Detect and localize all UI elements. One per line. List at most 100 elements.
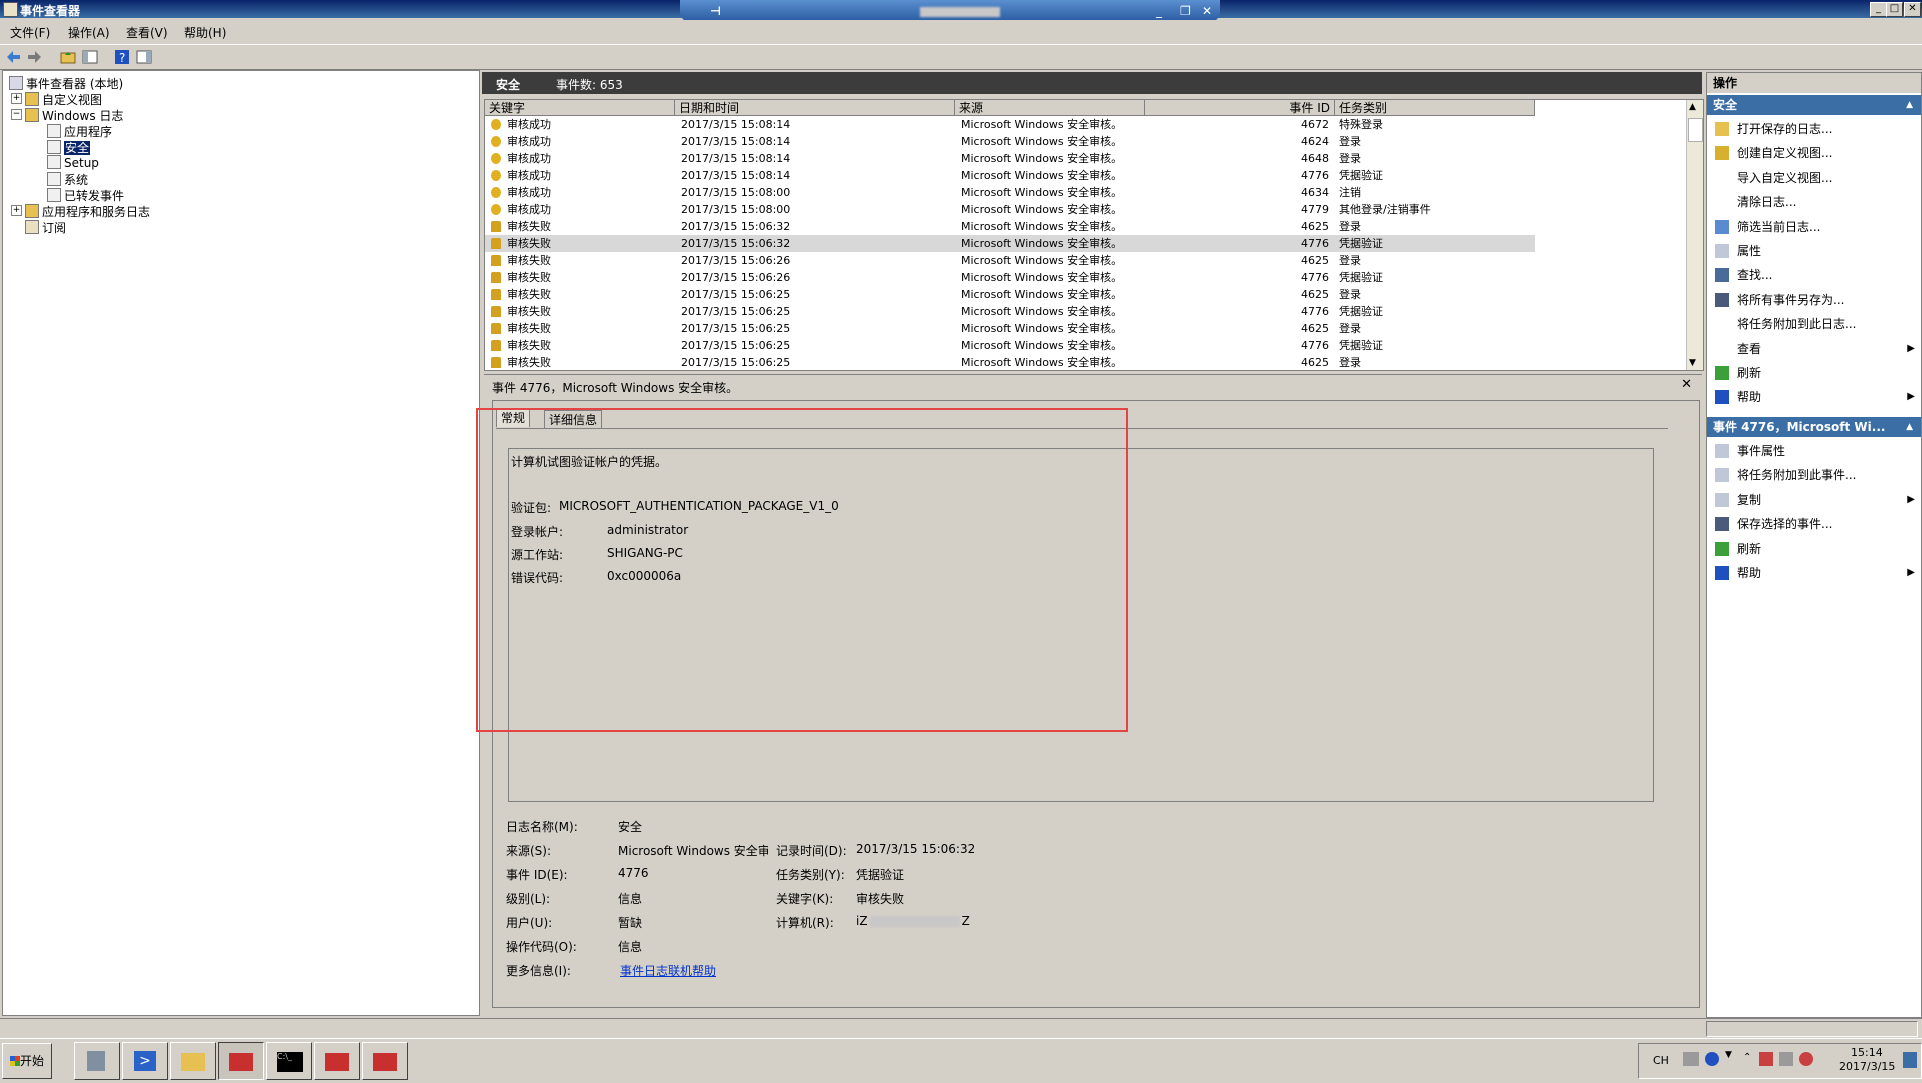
up-folder-icon[interactable] [60, 49, 76, 65]
action-filter-current-log[interactable]: 筛选当前日志... [1707, 215, 1921, 239]
action-find[interactable]: 查找... [1707, 263, 1921, 287]
collapse-icon[interactable]: ▲ [1906, 95, 1913, 115]
table-row[interactable]: 审核成功 2017/3/15 15:08:00 Microsoft Windows … [485, 184, 1535, 201]
clock-time[interactable]: 15:14 [1851, 1046, 1883, 1059]
close-detail-icon[interactable]: ✕ [1681, 377, 1692, 392]
powershell-icon[interactable]: > [122, 1042, 168, 1080]
forward-arrow-icon[interactable] [26, 49, 42, 65]
taskbar-app-toolbox-2[interactable] [314, 1042, 360, 1080]
show-hide-tree-icon[interactable] [82, 49, 98, 65]
scroll-thumb[interactable] [1688, 118, 1703, 142]
clock-date[interactable]: 2017/3/15 [1839, 1060, 1895, 1073]
back-arrow-icon[interactable] [6, 49, 22, 65]
action-view[interactable]: 查看 ▶ [1707, 337, 1921, 361]
action-refresh[interactable]: 刷新 [1707, 361, 1921, 385]
command-prompt-icon[interactable]: C:\_ [266, 1042, 312, 1080]
table-row[interactable]: 审核失败 2017/3/15 15:06:25 Microsoft Windows … [485, 320, 1535, 337]
show-hide-action-pane-icon[interactable] [136, 49, 152, 65]
action-import-custom-view[interactable]: 导入自定义视图... [1707, 166, 1921, 190]
close-button[interactable]: ✕ [1904, 2, 1921, 17]
column-header-source[interactable]: 来源 [955, 100, 1145, 116]
show-hidden-icons-icon[interactable]: ⌃ [1743, 1052, 1751, 1063]
column-header-keyword[interactable]: 关键字 [485, 100, 675, 116]
input-language[interactable]: CH [1653, 1054, 1669, 1067]
table-row[interactable]: 审核成功 2017/3/15 15:08:14 Microsoft Windows … [485, 116, 1535, 133]
action-properties[interactable]: 属性 [1707, 239, 1921, 263]
menu-file[interactable]: 文件(F) [10, 24, 50, 41]
tree-application[interactable]: 应用程序 [47, 123, 112, 140]
action-help[interactable]: 帮助 ▶ [1707, 385, 1921, 409]
table-row[interactable]: 审核失败 2017/3/15 15:06:25 Microsoft Windows … [485, 337, 1535, 354]
action-event-properties[interactable]: 事件属性 [1707, 439, 1921, 463]
rdp-restore-icon[interactable]: ❐ [1180, 4, 1191, 18]
scroll-down-icon[interactable]: ▼ [1689, 358, 1696, 368]
expander-windows-logs[interactable]: − [11, 109, 22, 120]
file-explorer-icon[interactable] [170, 1042, 216, 1080]
start-button[interactable]: 开始 [2, 1043, 52, 1079]
cell-keyword: 审核失败 [507, 339, 551, 352]
minimize-button[interactable]: _ [1870, 2, 1887, 17]
table-row[interactable]: 审核失败 2017/3/15 15:06:26 Microsoft Windows … [485, 269, 1535, 286]
column-header-event-id[interactable]: 事件 ID [1145, 100, 1335, 116]
action-create-custom-view[interactable]: 创建自定义视图... [1707, 141, 1921, 165]
tree-root[interactable]: 事件查看器 (本地) [9, 75, 123, 92]
tree-setup[interactable]: Setup [47, 155, 99, 170]
keyboard-icon[interactable] [1683, 1052, 1699, 1066]
collapse-icon[interactable]: ▲ [1906, 417, 1913, 437]
maximize-button[interactable]: □ [1886, 2, 1903, 17]
tree-forwarded-events[interactable]: 已转发事件 [47, 187, 124, 204]
column-header-category[interactable]: 任务类别 [1335, 100, 1535, 116]
taskbar-app-toolbox[interactable] [218, 1042, 264, 1080]
action-open-saved-log[interactable]: 打开保存的日志... [1707, 117, 1921, 141]
tree-custom-views[interactable]: 自定义视图 [25, 91, 102, 108]
monitor-icon[interactable] [1779, 1052, 1793, 1066]
menu-view[interactable]: 查看(V) [126, 24, 168, 41]
table-row[interactable]: 审核失败 2017/3/15 15:06:25 Microsoft Windows … [485, 303, 1535, 320]
table-row[interactable]: 审核成功 2017/3/15 15:08:14 Microsoft Windows … [485, 150, 1535, 167]
tree-subscriptions[interactable]: 订阅 [25, 219, 66, 236]
tree-windows-logs[interactable]: Windows 日志 [25, 107, 123, 124]
table-row[interactable]: 审核成功 2017/3/15 15:08:14 Microsoft Windows … [485, 167, 1535, 184]
pin-icon[interactable]: ⊣ [710, 4, 721, 18]
event-list-scrollbar[interactable]: ▲ ▼ [1686, 100, 1703, 370]
column-header-datetime[interactable]: 日期和时间 [675, 100, 955, 116]
table-row[interactable]: 审核成功 2017/3/15 15:08:00 Microsoft Windows … [485, 201, 1535, 218]
taskbar-app-toolbox-3[interactable] [362, 1042, 408, 1080]
table-row[interactable]: 审核失败 2017/3/15 15:06:32 Microsoft Windows … [485, 218, 1535, 235]
table-row[interactable]: 审核失败 2017/3/15 15:06:25 Microsoft Windows … [485, 286, 1535, 303]
action-refresh-2[interactable]: 刷新 [1707, 537, 1921, 561]
server-manager-icon[interactable] [74, 1042, 120, 1080]
volume-icon[interactable] [1799, 1052, 1813, 1066]
table-row[interactable]: 审核失败 2017/3/15 15:06:25 Microsoft Windows … [485, 354, 1535, 370]
actions-section-security[interactable]: 安全 ▲ [1707, 95, 1921, 115]
table-row[interactable]: 审核失败 2017/3/15 15:06:26 Microsoft Windows … [485, 252, 1535, 269]
show-desktop-button[interactable] [1903, 1052, 1917, 1068]
table-row-selected[interactable]: 审核失败 2017/3/15 15:06:32 Microsoft Windows … [485, 235, 1535, 252]
help-icon[interactable] [1705, 1052, 1719, 1066]
rdp-close-icon[interactable]: ✕ [1202, 4, 1212, 18]
options-arrow-icon[interactable]: ▼ [1725, 1050, 1732, 1060]
event-log-online-help-link[interactable]: 事件日志联机帮助 [620, 962, 716, 979]
expander-app-services[interactable]: + [11, 205, 22, 216]
rdp-minimize-icon[interactable]: _ [1156, 4, 1162, 18]
menu-help[interactable]: 帮助(H) [184, 24, 226, 41]
network-icon[interactable] [1759, 1052, 1773, 1066]
remote-desktop-bar[interactable]: ⊣ _ ❐ ✕ [680, 0, 1220, 22]
action-attach-task-to-event[interactable]: 将任务附加到此事件... [1707, 463, 1921, 487]
table-row[interactable]: 审核成功 2017/3/15 15:08:14 Microsoft Windows … [485, 133, 1535, 150]
action-help-2[interactable]: 帮助 ▶ [1707, 561, 1921, 585]
action-attach-task-to-log[interactable]: 将任务附加到此日志... [1707, 312, 1921, 336]
help-icon[interactable]: ? [114, 49, 130, 65]
menu-action[interactable]: 操作(A) [68, 24, 110, 41]
tree-system[interactable]: 系统 [47, 171, 88, 188]
tree-app-services-logs[interactable]: 应用程序和服务日志 [25, 203, 150, 220]
logged-value: 2017/3/15 15:06:32 [856, 842, 976, 856]
action-copy[interactable]: 复制 ▶ [1707, 488, 1921, 512]
action-clear-log[interactable]: 清除日志... [1707, 190, 1921, 214]
actions-section-event[interactable]: 事件 4776，Microsoft Wi... ▲ [1707, 417, 1921, 437]
action-save-all-events-as[interactable]: 将所有事件另存为... [1707, 288, 1921, 312]
tree-security[interactable]: 安全 [47, 139, 91, 156]
expander-custom-views[interactable]: + [11, 93, 22, 104]
action-save-selected-events[interactable]: 保存选择的事件... [1707, 512, 1921, 536]
scroll-up-icon[interactable]: ▲ [1689, 102, 1696, 112]
